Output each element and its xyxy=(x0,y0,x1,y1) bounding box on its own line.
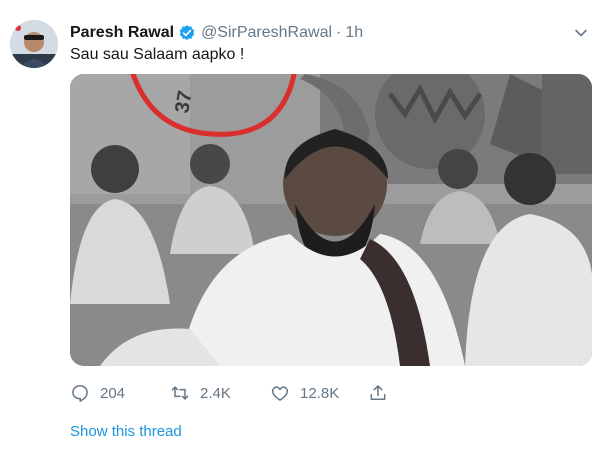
tweet-photo[interactable]: 37 xyxy=(70,74,592,366)
chevron-down-icon[interactable] xyxy=(574,26,588,40)
show-thread-link[interactable]: Show this thread xyxy=(70,423,182,440)
retweet-button[interactable]: 2.4K xyxy=(170,380,231,406)
reply-icon xyxy=(72,385,88,402)
avatar-image xyxy=(10,20,58,68)
author-name[interactable]: Paresh Rawal xyxy=(70,24,174,42)
retweet-icon xyxy=(171,386,189,400)
like-count: 12.8K xyxy=(300,384,340,402)
banner-text: 37 xyxy=(171,89,197,115)
retweet-count: 2.4K xyxy=(200,384,231,402)
author-handle[interactable]: @SirPareshRawal xyxy=(201,24,332,42)
reply-count: 204 xyxy=(100,384,126,402)
tweet-photo-image: 37 xyxy=(70,74,592,366)
timestamp[interactable]: 1h xyxy=(345,24,363,42)
tweet-text: Sau sau Salaam aapko ! xyxy=(70,46,245,63)
share-button[interactable] xyxy=(368,380,398,406)
separator-dot: · xyxy=(336,24,342,41)
share-icon xyxy=(370,385,386,400)
verified-badge-icon xyxy=(178,24,196,42)
tweet-actions: 204 2.4K 12.8K xyxy=(70,380,410,406)
like-button[interactable]: 12.8K xyxy=(270,380,339,406)
avatar[interactable] xyxy=(10,20,58,68)
like-icon xyxy=(271,386,289,401)
tweet-header: Paresh Rawal @SirPareshRawal · 1h xyxy=(70,22,363,44)
reply-button[interactable]: 204 xyxy=(70,380,125,406)
